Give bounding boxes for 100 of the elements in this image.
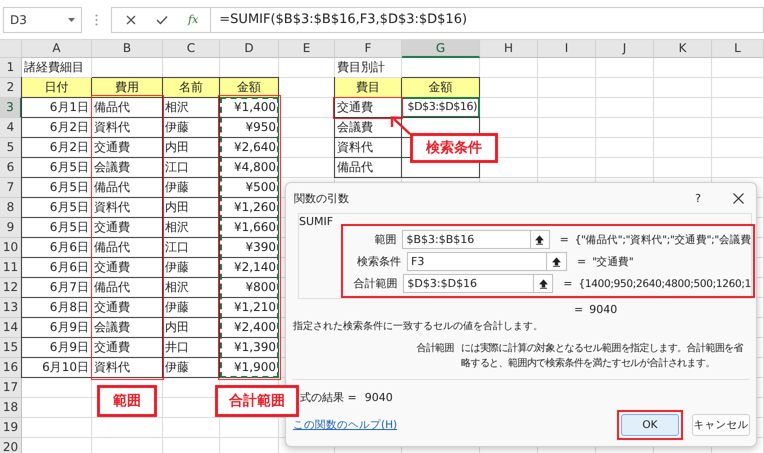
row-header[interactable]: 8	[0, 198, 22, 218]
column-header[interactable]: L	[712, 40, 764, 58]
grid-cell	[480, 58, 538, 78]
column-header[interactable]: B	[92, 40, 163, 58]
argument-label: 検索条件	[356, 254, 401, 269]
row-header[interactable]: 3	[0, 98, 22, 118]
equals-sign: =	[574, 302, 584, 316]
grid-cell	[712, 78, 764, 98]
grid-cell	[538, 78, 596, 98]
grid-cell	[22, 378, 92, 398]
grid-cell	[480, 98, 538, 118]
collapse-button[interactable]	[534, 274, 554, 293]
equals-sign: =	[560, 233, 569, 246]
help-link[interactable]: この関数のヘルプ(H)	[293, 418, 398, 432]
grid-cell	[654, 158, 712, 178]
row-header[interactable]: 6	[0, 158, 22, 178]
column-header[interactable]: C	[163, 40, 220, 58]
argument-field[interactable]: F3	[407, 252, 547, 271]
formula-result-label: 式の結果 =	[300, 390, 357, 404]
argument-name: 合計範囲	[415, 342, 454, 356]
table-cell: 備品代	[334, 157, 402, 178]
name-box[interactable]: D3	[3, 6, 82, 32]
active-cell[interactable]: $D$3:$D$16)	[401, 97, 480, 118]
argument-field[interactable]: $B$3:$B$16	[402, 230, 532, 249]
grid-cell	[654, 98, 712, 118]
formula-field[interactable]: =SUMIF($B$3:$B$16,F3,$D$3:$D$16)	[210, 6, 764, 32]
equals-sign: =	[577, 255, 586, 268]
function-result: 9040	[589, 302, 618, 316]
row-header[interactable]: 5	[0, 138, 22, 158]
argument-description: には実際に計算の対象となるセル範囲を指定します。合計範囲を省略すると、範囲内で検索条件を満たすセルが合計されます。	[461, 342, 744, 371]
callout-label: 範囲	[97, 385, 157, 417]
column-header[interactable]: E	[279, 40, 335, 58]
column-header[interactable]: H	[480, 40, 538, 58]
row-header[interactable]: 17	[0, 378, 22, 398]
grid-cell	[712, 98, 764, 118]
arrow	[390, 116, 412, 136]
grid-cell	[712, 58, 764, 78]
grid-cell	[538, 138, 596, 158]
column-header[interactable]: F	[335, 40, 402, 58]
function-description: 指定された検索条件に一致するセルの値を合計します。	[292, 320, 544, 334]
collapse-button[interactable]	[547, 252, 567, 271]
grid-cell	[596, 78, 654, 98]
grid-cell	[596, 118, 654, 138]
dialog-button[interactable]: キャンセル	[692, 414, 750, 436]
row-header[interactable]: 12	[0, 278, 22, 298]
grip-icon	[95, 14, 98, 26]
row-header[interactable]: 14	[0, 318, 22, 338]
grid-cell	[654, 118, 712, 138]
row-header[interactable]: 1	[0, 58, 22, 78]
grid-cell	[712, 118, 764, 138]
column-header[interactable]: A	[22, 40, 92, 58]
arrow-up-icon	[535, 234, 544, 244]
table-cell: 6月10日	[21, 357, 92, 378]
grid-cell	[596, 158, 654, 178]
grid-cell	[163, 418, 220, 438]
column-header[interactable]: J	[596, 40, 654, 58]
row-header[interactable]: 4	[0, 118, 22, 138]
insert-function-button[interactable]: fx	[188, 13, 198, 26]
column-header[interactable]: D	[220, 40, 279, 58]
grid-cell	[538, 98, 596, 118]
row-header[interactable]: 9	[0, 218, 22, 238]
grid-cell	[92, 418, 163, 438]
grid-cell	[279, 58, 335, 78]
argument-label: 範囲	[373, 232, 396, 247]
row-header[interactable]: 20	[0, 438, 22, 453]
callout-label: 検索条件	[410, 133, 498, 163]
row-header[interactable]: 13	[0, 298, 22, 318]
row-header[interactable]: 19	[0, 418, 22, 438]
help-button[interactable]: ?	[688, 192, 708, 204]
grid-cell	[22, 418, 92, 438]
row-header[interactable]: 10	[0, 238, 22, 258]
grid-cell	[654, 138, 712, 158]
collapse-button[interactable]	[531, 230, 550, 249]
formula-result: 9040	[364, 390, 393, 404]
arrow-up-icon	[552, 256, 561, 266]
grid-cell	[538, 58, 596, 78]
column-header[interactable]: K	[654, 40, 712, 58]
check-icon	[156, 14, 168, 24]
dialog-button[interactable]: OK	[621, 414, 679, 436]
row-header[interactable]: 7	[0, 178, 22, 198]
row-header[interactable]: 2	[0, 78, 22, 98]
caret-icon	[68, 18, 75, 22]
grid-cell	[596, 98, 654, 118]
column-heading: 金額	[401, 77, 480, 98]
row-header[interactable]: 16	[0, 358, 22, 378]
column-header[interactable]: G	[402, 40, 480, 58]
row-header[interactable]: 11	[0, 258, 22, 278]
column-header[interactable]: I	[538, 40, 596, 58]
equals-sign: =	[563, 277, 572, 290]
argument-field[interactable]: $D$3:$D$16	[403, 274, 534, 293]
row-header[interactable]: 18	[0, 398, 22, 418]
grid-cell	[596, 58, 654, 78]
argument-result: {"備品代";"資料代";"交通費";"会議費	[574, 232, 751, 246]
callout-label: 合計範囲	[215, 385, 299, 417]
grid-cell	[538, 158, 596, 178]
row-header[interactable]: 15	[0, 338, 22, 358]
argument-result: {1400;950;2640;4800;500;1260;1	[578, 278, 751, 290]
column-heading: 名前	[162, 77, 220, 98]
grid-cell	[596, 138, 654, 158]
grid-cell	[538, 118, 596, 138]
